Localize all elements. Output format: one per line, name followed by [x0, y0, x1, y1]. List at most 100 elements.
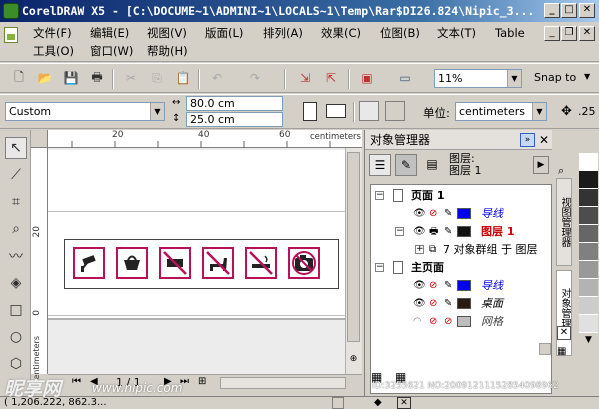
open-folder-icon[interactable]: 📂: [36, 69, 54, 87]
rectangle-tool-icon[interactable]: □: [5, 299, 27, 321]
ellipse-tool-icon[interactable]: ○: [5, 326, 27, 348]
print-disabled-icon[interactable]: ⊘: [429, 277, 437, 294]
print-disabled-icon[interactable]: ⊘: [429, 205, 437, 222]
vertical-scrollbar[interactable]: ⊕: [345, 148, 362, 374]
tree-row-group[interactable]: + ⧉ 7 对象群组 于 图层: [371, 241, 551, 258]
application-launcher-icon[interactable]: ▣: [358, 69, 376, 87]
tree-row-guides[interactable]: 👁 ⊘ ✎ 导线: [371, 205, 551, 222]
copy-icon[interactable]: ⎘: [148, 69, 166, 87]
palette-swatch-white[interactable]: [579, 153, 598, 171]
add-page-icon[interactable]: ⊞: [198, 376, 206, 387]
search-icon[interactable]: ⌕: [558, 164, 564, 178]
menu-effects[interactable]: 效果(C): [321, 25, 361, 41]
doc-minimize-button[interactable]: _: [544, 26, 560, 41]
edit-disabled-icon[interactable]: ⊘: [444, 313, 452, 330]
chevron-down-icon[interactable]: ▼: [507, 70, 521, 87]
eye-hidden-icon[interactable]: ◠: [413, 313, 422, 330]
page-width-field[interactable]: 80.0 cm: [186, 96, 283, 111]
undo-icon[interactable]: ↶: [208, 69, 226, 87]
palette-scroll-down-icon[interactable]: ▼: [579, 335, 598, 349]
pencil-icon[interactable]: ✎: [444, 205, 452, 222]
page-height-field[interactable]: 25.0 cm: [186, 112, 283, 127]
close-button[interactable]: ✕: [579, 3, 595, 18]
chevron-down-icon[interactable]: ▼: [150, 103, 164, 120]
horizontal-scrollbar[interactable]: [220, 377, 346, 389]
palette-swatch-black[interactable]: [579, 171, 598, 189]
export-icon[interactable]: ⇱: [322, 69, 340, 87]
minimize-button[interactable]: _: [544, 3, 560, 18]
menu-layout[interactable]: 版面(L): [205, 25, 243, 41]
tree-row-grid[interactable]: ◠ ⊘ ⊘ 网格: [371, 313, 551, 330]
menu-help[interactable]: 帮助(H): [147, 43, 188, 59]
collapse-icon[interactable]: −: [375, 191, 384, 200]
snap-to-dropdown-icon[interactable]: ▼: [584, 72, 590, 81]
paste-icon[interactable]: 📋: [174, 69, 192, 87]
import-icon[interactable]: ⇲: [296, 69, 314, 87]
smart-fill-tool-icon[interactable]: ◈: [5, 272, 27, 294]
menu-arrange[interactable]: 排列(A): [263, 25, 303, 41]
sign-strip[interactable]: [64, 239, 339, 289]
drawing-canvas[interactable]: [48, 148, 345, 374]
no-basket-sign-icon[interactable]: [116, 247, 148, 279]
chevron-down-icon[interactable]: ▼: [532, 103, 546, 120]
maximize-button[interactable]: □: [561, 3, 577, 18]
welcome-screen-icon[interactable]: ▭: [396, 69, 414, 87]
crop-tool-icon[interactable]: ⌗: [5, 191, 27, 213]
save-icon[interactable]: 💾: [62, 69, 80, 87]
ruler-origin[interactable]: [31, 130, 48, 148]
menu-window[interactable]: 窗口(W): [90, 43, 133, 59]
pencil-icon[interactable]: ✎: [444, 277, 452, 294]
palette-swatch-gray30[interactable]: [579, 297, 598, 315]
printer-icon[interactable]: 🖶: [429, 223, 438, 240]
units-select[interactable]: centimeters ▼: [455, 102, 547, 121]
edit-across-layers-icon[interactable]: ✎: [395, 154, 417, 176]
first-page-icon[interactable]: ⏮: [72, 376, 81, 387]
pencil-icon[interactable]: ✎: [444, 223, 452, 240]
eye-icon[interactable]: 👁: [413, 277, 426, 294]
zoom-tool-icon[interactable]: ⌕: [5, 218, 27, 240]
no-smoking-sign-icon[interactable]: [245, 247, 277, 279]
palette-swatch-gray60[interactable]: [579, 243, 598, 261]
menu-edit[interactable]: 编辑(E): [90, 25, 129, 41]
eye-icon[interactable]: 👁: [413, 295, 426, 312]
no-photography-sign-icon[interactable]: [288, 247, 320, 279]
print-icon[interactable]: 🖶: [88, 69, 106, 87]
freehand-tool-icon[interactable]: 〰: [5, 245, 27, 267]
zoom-level-select[interactable]: 11% ▼: [434, 69, 522, 88]
palette-swatch-gray70[interactable]: [579, 225, 598, 243]
no-pets-sign-icon[interactable]: [202, 247, 234, 279]
doc-close-button[interactable]: ✕: [579, 26, 595, 41]
menu-table[interactable]: Table: [495, 25, 525, 41]
collapse-icon[interactable]: −: [375, 263, 384, 272]
close-docker-icon[interactable]: ✕: [539, 130, 549, 150]
tree-row-master-page[interactable]: − 主页面: [371, 259, 551, 276]
show-properties-icon[interactable]: ☰: [369, 154, 391, 176]
tab-object-manager[interactable]: 对象管理器: [556, 270, 572, 356]
document-icon[interactable]: [4, 27, 18, 43]
menu-text[interactable]: 文本(T): [437, 25, 476, 41]
tree-row-master-guides[interactable]: 👁 ⊘ ✎ 导线: [371, 277, 551, 294]
paper-type-select[interactable]: Custom ▼: [5, 102, 165, 121]
tab-view-manager[interactable]: 视图管理器: [556, 178, 572, 266]
horizontal-ruler[interactable]: 20 40 60 centimeters: [48, 130, 362, 148]
shape-tool-icon[interactable]: ⟋: [5, 164, 27, 186]
menu-tools[interactable]: 工具(O): [33, 43, 74, 59]
eye-icon[interactable]: 👁: [413, 223, 426, 240]
doc-restore-button[interactable]: ❐: [561, 26, 577, 41]
menu-file[interactable]: 文件(F): [33, 25, 72, 41]
tree-scroll-button[interactable]: [539, 343, 551, 355]
tree-row-page1[interactable]: − 页面 1: [371, 187, 551, 204]
palette-swatch-gray40[interactable]: [579, 279, 598, 297]
landscape-icon[interactable]: [326, 104, 346, 118]
palette-options-icon[interactable]: ▦: [557, 346, 571, 360]
portrait-icon[interactable]: [303, 102, 317, 121]
pick-tool-icon[interactable]: ↖: [5, 137, 27, 159]
collapse-icon[interactable]: −: [395, 227, 404, 236]
docker-menu-icon[interactable]: ▶: [533, 156, 549, 174]
tree-row-layer1[interactable]: − 👁 🖶 ✎ 图层 1: [371, 223, 551, 240]
current-page-icon[interactable]: [385, 101, 405, 121]
pencil-icon[interactable]: ✎: [444, 295, 452, 312]
palette-swatch-gray50[interactable]: [579, 261, 598, 279]
new-document-icon[interactable]: 🗋: [10, 69, 28, 87]
expand-icon[interactable]: +: [415, 245, 424, 254]
